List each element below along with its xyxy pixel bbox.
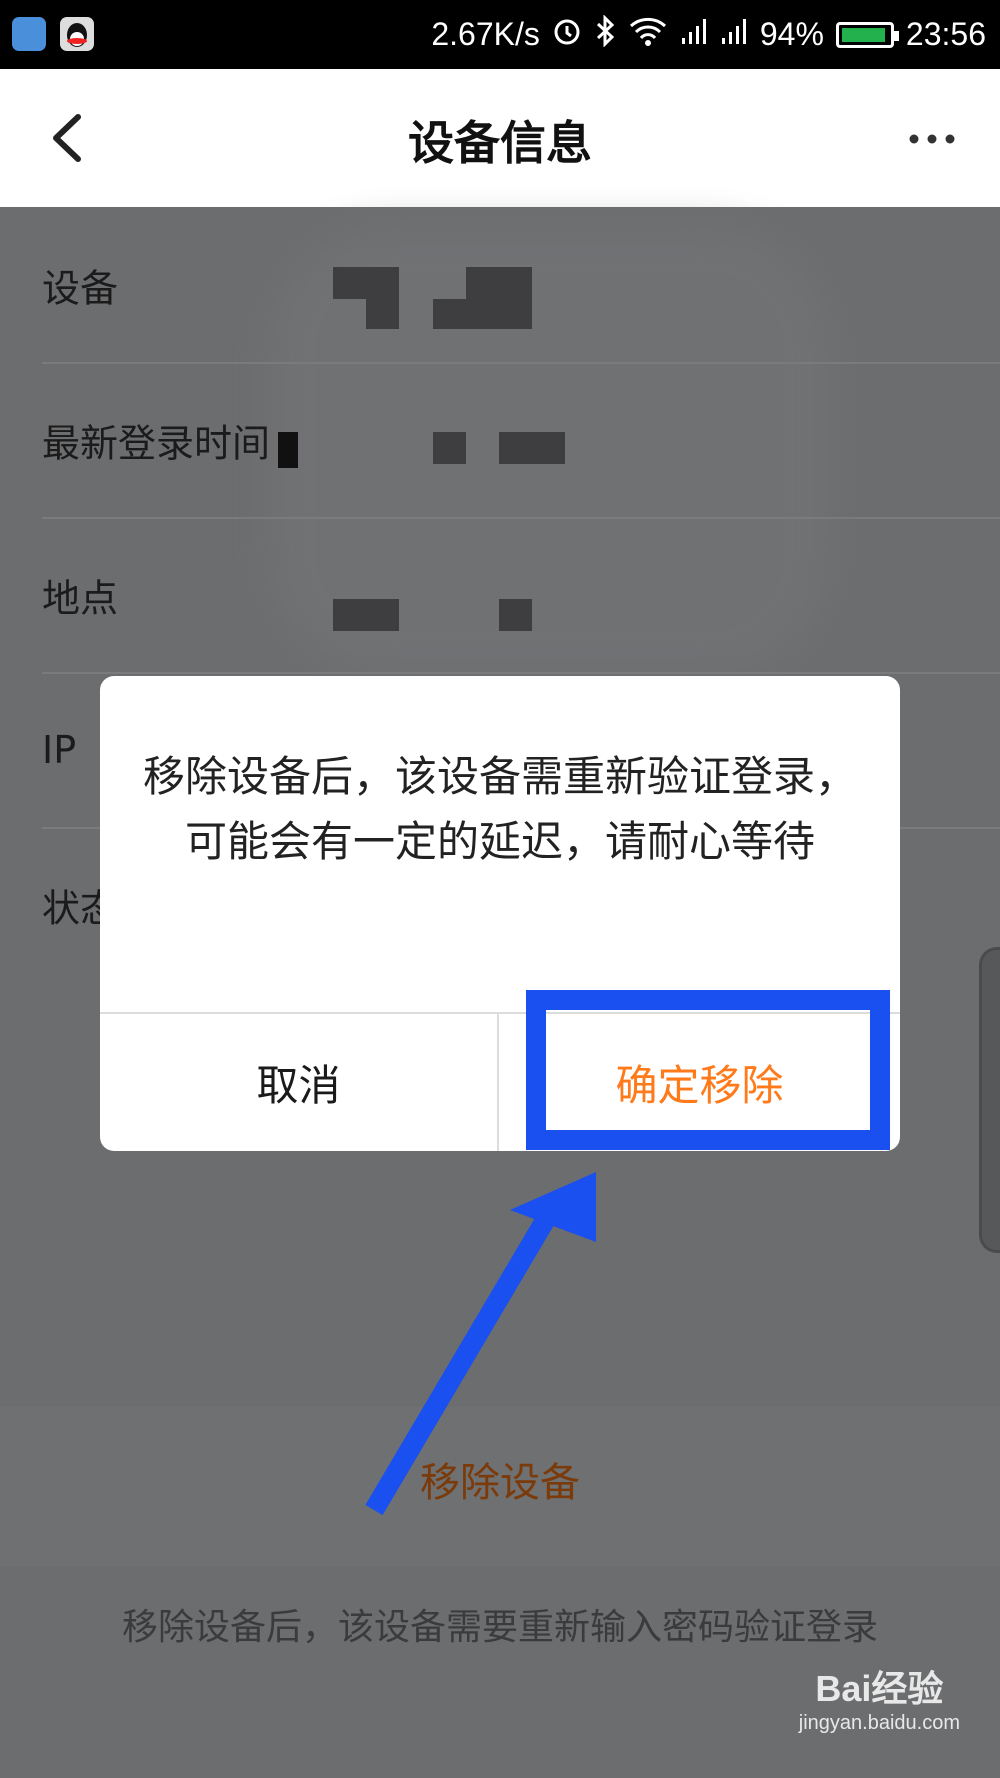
row-label: 最新登录时间 [42,421,271,465]
signal-icon [720,16,748,54]
clock: 23:56 [905,16,986,52]
watermark-logo: Bai经验 [815,1668,944,1709]
redaction-block [366,299,399,329]
annotation-highlight-box [526,990,890,1150]
battery-icon [835,21,899,48]
alarm-icon [552,16,582,54]
redaction-block [278,432,298,468]
cancel-button[interactable]: 取消 [100,1014,497,1151]
status-bar: 2.67K/s 94% 23:56 [0,0,1000,69]
wifi-icon [628,16,668,54]
redaction-block [433,299,466,329]
qq-app-icon [60,17,94,51]
signal-icon [680,16,708,54]
network-speed: 2.67K/s [431,16,540,52]
row-label: 设备 [42,266,119,310]
bluetooth-icon [594,13,616,55]
redaction-block [333,267,399,299]
shield-app-icon [12,17,46,51]
page-title: 设备信息 [408,116,592,170]
side-handle [979,947,1000,1253]
row-label: 地点 [42,576,119,620]
remove-device-hint: 移除设备后，该设备需要重新输入密码验证登录 [121,1607,878,1648]
redaction-block [333,599,399,631]
watermark-url: jingyan.baidu.com [798,1712,960,1734]
annotation-arrow-icon [365,1172,596,1516]
redaction-block [499,599,532,631]
info-row-location: 地点 [42,517,1000,674]
baidu-jingyan-watermark: Bai经验 jingyan.baidu.com [799,1660,960,1735]
redaction-block [466,267,532,329]
redaction-block [499,432,565,464]
redaction-block [433,432,466,464]
nav-bar: 设备信息 [0,69,1000,207]
more-icon[interactable] [904,124,960,154]
dialog-message: 移除设备后，该设备需重新验证登录，可能会有一定的延迟，请耐心等待 [142,752,857,866]
row-label: IP [42,727,77,772]
battery-percent: 94% [759,16,824,52]
